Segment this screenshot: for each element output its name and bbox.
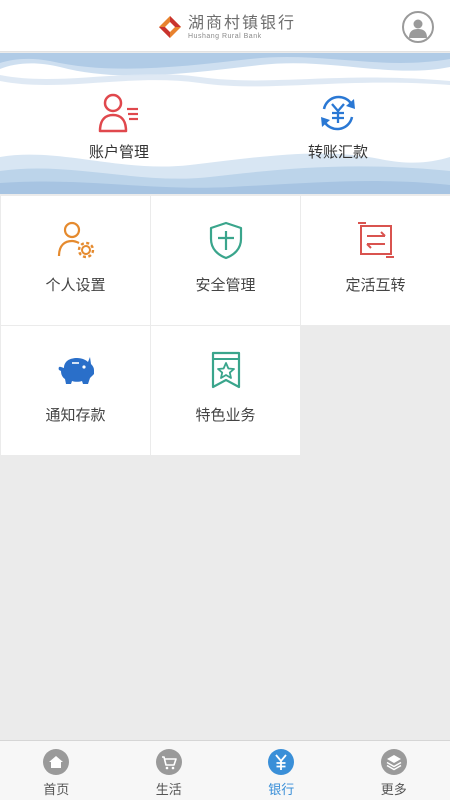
featured-business-label: 特色业务 [195,406,256,424]
security-management-button[interactable]: 安全管理 [151,196,300,325]
personal-settings-label: 个人设置 [45,276,106,294]
nav-tab-home[interactable]: 首页 [0,741,113,800]
account-management-label: 账户管理 [88,143,149,161]
bank-name-en: Hushang Rural Bank [188,32,262,40]
bank-logo-icon [159,16,181,38]
notice-deposit-label: 通知存款 [45,406,106,424]
yuan-icon [268,749,295,775]
cart-icon [155,749,182,775]
featured-star-icon [211,351,240,389]
nav-tab-more[interactable]: 更多 [338,741,450,800]
home-icon [43,749,70,775]
nav-label-more: 更多 [380,783,407,798]
nav-tab-life[interactable]: 生活 [113,741,226,800]
featured-business-button[interactable]: 特色业务 [151,326,300,455]
layers-icon [380,749,407,775]
profile-button[interactable] [402,11,434,43]
piggy-bank-icon [58,357,94,384]
fixed-current-transfer-label: 定活互转 [345,276,406,294]
account-management-icon [98,93,138,133]
bottom-navigation: 首页 生活 银行 更多 [0,740,450,800]
transfer-yuan-icon [321,95,355,131]
account-management-button[interactable]: 账户管理 [49,91,189,162]
feature-banner: 账户管理 转账汇款 [0,53,450,194]
nav-label-bank: 银行 [268,783,295,798]
fixed-current-transfer-icon [357,222,394,258]
transfer-label: 转账汇款 [307,143,368,161]
bank-logo: 湖商村镇银行 Hushang Rural Bank [158,12,296,42]
personal-settings-icon [57,221,94,259]
personal-settings-button[interactable]: 个人设置 [1,196,150,325]
app-header: 湖商村镇银行 Hushang Rural Bank [0,0,450,52]
security-management-label: 安全管理 [195,276,256,294]
bank-name-cn: 湖商村镇银行 [188,12,297,32]
fixed-current-transfer-button[interactable]: 定活互转 [301,196,450,325]
nav-label-life: 生活 [155,783,182,798]
nav-label-home: 首页 [43,783,70,798]
nav-tab-bank[interactable]: 银行 [225,741,338,800]
security-shield-icon [209,221,242,260]
notice-deposit-button[interactable]: 通知存款 [1,326,150,455]
user-profile-icon [409,19,427,38]
transfer-button[interactable]: 转账汇款 [268,91,408,162]
